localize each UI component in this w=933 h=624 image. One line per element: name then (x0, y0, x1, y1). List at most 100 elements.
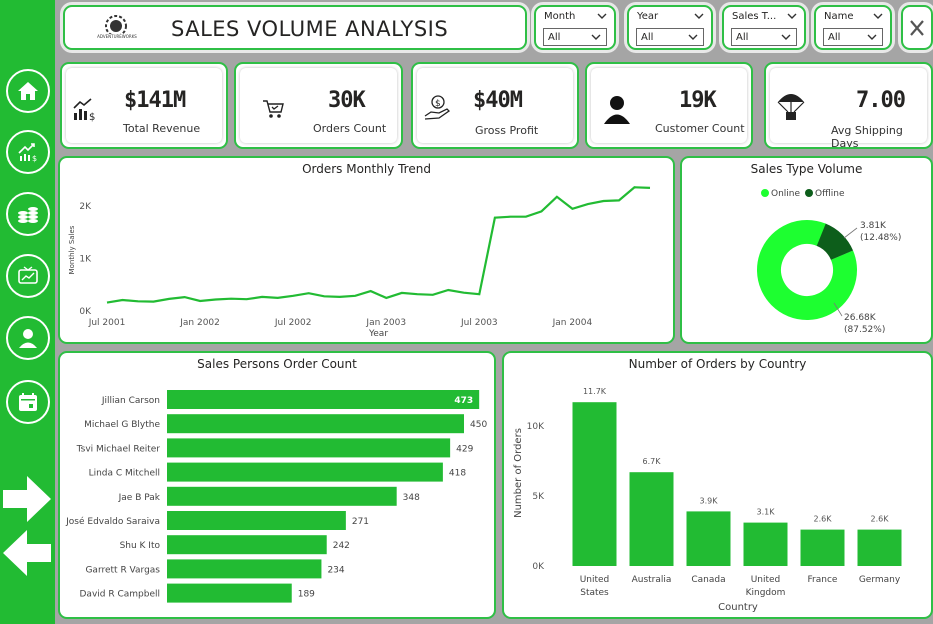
kpi-label: Total Revenue (123, 122, 201, 135)
data-label: 450 (470, 420, 487, 430)
x-tick-label: Jul 2003 (460, 318, 498, 328)
sales-persons-order-count-chart: Jillian Carson 473 Michael G Blythe 450 Tsvi… (65, 390, 487, 603)
money-hand-icon: $ (424, 95, 451, 120)
kpi-value: 30K (328, 88, 366, 113)
kpi-label: Orders Count (313, 122, 387, 135)
data-label: 418 (449, 469, 466, 479)
data-label: 242 (333, 541, 350, 551)
category-label: José Edvaldo Saraiva (65, 516, 160, 527)
legend-marker (805, 189, 813, 197)
nav-customer-button[interactable] (6, 316, 50, 360)
kpi-avg-shipping-days: 7.00 Avg Shipping Days (764, 62, 933, 149)
data-label: 2.6K (814, 515, 833, 524)
y-axis-title: Number of Orders (513, 428, 524, 518)
bar (167, 511, 346, 530)
kpi-total-revenue: $ $141M Total Revenue (60, 62, 228, 149)
slicer-value: All (828, 32, 841, 43)
orders-by-country-chart: 0K 5K 10KNumber of Orders 11.7K United States… (513, 387, 902, 613)
home-icon (18, 82, 38, 100)
data-label: 6.7K (643, 457, 662, 466)
svg-text:$: $ (32, 154, 37, 163)
month-dropdown[interactable]: All (543, 28, 607, 46)
category-label: Michael G Blythe (84, 420, 160, 430)
slicer-label: Name (824, 11, 854, 22)
nav-revenue-button[interactable]: $ (6, 130, 50, 174)
tv-chart-icon (18, 266, 38, 284)
x-tick-label: Jul 2002 (274, 318, 312, 328)
kpi-panel: 7.00 Avg Shipping Days (770, 68, 927, 147)
user-icon (19, 329, 37, 348)
sales-type-volume-card: Sales Type Volume Online Offline 3.81K (12.… (680, 156, 933, 344)
nav-profit-button[interactable] (6, 192, 50, 236)
sales-type-dropdown[interactable]: All (731, 28, 797, 46)
bar (167, 535, 327, 555)
name-dropdown[interactable]: All (823, 28, 883, 46)
clear-filters-button[interactable] (901, 5, 933, 50)
x-tick-label: Jan 2003 (365, 318, 406, 328)
bar (572, 402, 617, 566)
title-card: ADVENTUREWORKS SALES VOLUME ANALYSIS (63, 5, 527, 50)
nav-sales-button[interactable] (6, 254, 50, 298)
category-label: Linda C Mitchell (89, 469, 160, 479)
category-label: United (751, 575, 781, 585)
bar (167, 583, 292, 603)
year-slicer[interactable]: Year All (627, 5, 713, 50)
chevron-down-icon (787, 13, 797, 19)
data-label: 3.9K (700, 496, 719, 505)
kpi-panel: $ $40M Gross Profit (417, 68, 573, 143)
svg-text:$: $ (435, 99, 441, 109)
legend-label: Online (771, 189, 800, 199)
year-dropdown[interactable]: All (636, 28, 704, 46)
nav-home-button[interactable] (6, 69, 50, 113)
close-icon (910, 19, 924, 36)
chevron-down-icon (694, 13, 704, 19)
y-tick-label: 2K (79, 202, 92, 212)
adventureworks-logo (93, 15, 139, 40)
series-line (106, 186, 651, 304)
category-label: Garrett R Vargas (85, 565, 160, 575)
legend-label: Offline (815, 189, 845, 199)
slice-value-label: 26.68K (844, 313, 877, 323)
y-tick-label: 0K (79, 307, 92, 317)
kpi-label: Avg Shipping Days (831, 124, 903, 149)
y-tick-label: 0K (532, 562, 545, 572)
sidebar: $ (0, 0, 55, 624)
orders-by-country-card: Number of Orders by Country 0K 5K 10K Numbe… (502, 351, 933, 619)
kpi-customer-count: 19K Customer Count (585, 62, 753, 149)
growth-chart-icon: $ (18, 143, 37, 163)
kpi-value: 19K (679, 88, 717, 113)
data-label: 429 (456, 444, 473, 454)
name-slicer[interactable]: Name All (814, 5, 892, 50)
bar (167, 559, 322, 579)
x-axis-title: Country (718, 602, 758, 613)
bar (167, 414, 464, 434)
chevron-down-icon (597, 13, 607, 19)
category-label: States (580, 588, 609, 598)
bar (857, 529, 902, 566)
person-icon (604, 96, 630, 124)
nav-calendar-button[interactable] (6, 380, 50, 424)
bar (167, 486, 397, 506)
month-slicer[interactable]: Month All (534, 5, 616, 50)
previous-page-arrow-icon[interactable] (3, 530, 51, 576)
y-tick-label: 1K (79, 255, 92, 265)
leader-line (843, 227, 858, 239)
category-label: Germany (859, 575, 901, 585)
x-axis-title: Year (368, 329, 388, 339)
calendar-icon (19, 393, 37, 411)
slicer-label: Year (637, 11, 659, 22)
bar (629, 472, 674, 566)
next-page-arrow-icon[interactable] (3, 476, 51, 522)
page-title: SALES VOLUME ANALYSIS (171, 17, 449, 41)
sales-type-slicer[interactable]: Sales T... All (722, 5, 806, 50)
kpi-value: 7.00 (856, 88, 906, 113)
category-label: Canada (691, 575, 725, 585)
bar (167, 462, 443, 482)
kpi-panel: $ $141M Total Revenue (66, 68, 222, 143)
slicer-value: All (736, 32, 749, 43)
chevron-down-icon (591, 34, 601, 40)
x-tick-label: Jan 2002 (179, 318, 220, 328)
sales-persons-order-count-card: Sales Persons Order Count Jillian Carson… (58, 351, 496, 619)
data-label: 348 (403, 493, 420, 503)
y-tick-label: 5K (532, 492, 545, 502)
